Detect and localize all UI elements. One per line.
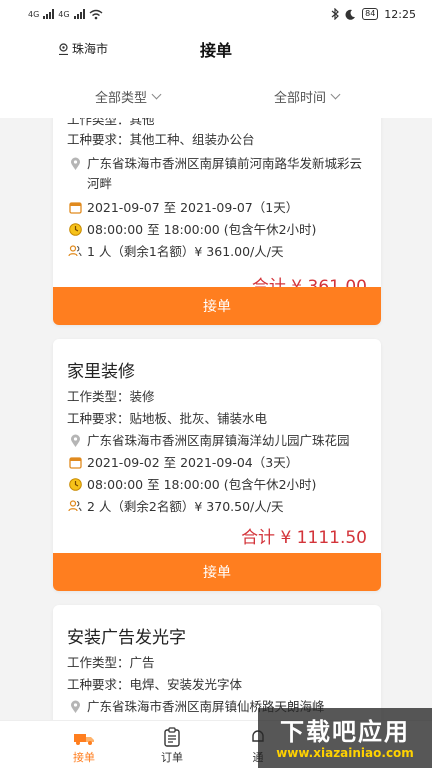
app-header: 珠海市 接单 — [0, 28, 432, 70]
location-icon — [67, 434, 83, 448]
calendar-icon — [67, 456, 83, 469]
total-price: 合计 ¥ 1111.50 — [241, 528, 367, 548]
status-system: 84 12:25 — [331, 8, 416, 21]
status-bar: 4G 4G 84 12:25 — [0, 0, 432, 28]
accept-order-button[interactable]: 接单 — [53, 287, 381, 325]
hours-row: 08:00:00 至 18:00:00 (包含午休2小时) — [67, 220, 371, 240]
job-title: 安装广告发光字 — [67, 628, 186, 648]
date-text: 2021-09-02 至 2021-09-04（3天） — [87, 455, 299, 470]
moon-icon — [345, 9, 356, 20]
work-type-value: 广告 — [129, 655, 155, 670]
people-icon — [67, 245, 83, 257]
date-row: 2021-09-02 至 2021-09-04（3天） — [67, 453, 371, 473]
requirement-value: 电焊、安装发光字体 — [129, 677, 243, 692]
work-type-value: 其他 — [129, 118, 155, 127]
city-selector[interactable]: 珠海市 — [58, 40, 108, 57]
type-filter[interactable]: 全部类型 — [95, 87, 162, 106]
job-title: 家里装修 — [67, 362, 135, 382]
chevron-down-icon — [151, 89, 162, 100]
battery-icon: 84 — [362, 8, 379, 20]
date-text: 2021-09-07 至 2021-09-07（1天） — [87, 200, 299, 215]
people-row: 2 人（剩余2名额）¥ 370.50/人/天 — [67, 497, 371, 517]
filter-bar: 全部类型 全部时间 — [0, 70, 432, 118]
location-icon — [67, 700, 83, 714]
clock: 12:25 — [384, 7, 416, 21]
job-list[interactable]: 工作类型： 其他 工种要求： 其他工种、组装办公台 广东省珠海市香洲区南屏镇前河南路… — [0, 118, 432, 720]
job-card[interactable]: 安装广告发光字 工作类型： 广告 工种要求： 电焊、安装发光字体 广东省珠海市香洲区… — [53, 605, 381, 720]
tab-label: 接单 — [73, 751, 95, 764]
work-type-row: 工作类型： 广告 — [67, 653, 371, 673]
requirement-value: 贴地板、批灰、铺装水电 — [129, 411, 268, 426]
people-row: 1 人（剩余1名额）¥ 361.00/人/天 — [67, 242, 371, 262]
people-text: 2 人（剩余2名额）¥ 370.50/人/天 — [87, 499, 284, 514]
time-filter-label: 全部时间 — [274, 91, 327, 106]
people-text: 1 人（剩余1名额）¥ 361.00/人/天 — [87, 244, 284, 259]
hours-text: 08:00:00 至 18:00:00 (包含午休2小时) — [87, 477, 317, 492]
time-filter[interactable]: 全部时间 — [274, 87, 341, 106]
location-icon — [67, 157, 83, 171]
work-type-row: 工作类型： 其他 — [67, 118, 371, 130]
type-filter-label: 全部类型 — [95, 91, 148, 106]
requirement-value: 其他工种、组装办公台 — [129, 132, 255, 147]
calendar-icon — [67, 201, 83, 214]
clock-icon — [67, 478, 83, 491]
clipboard-icon — [164, 727, 180, 747]
clock-icon — [67, 223, 83, 236]
tab-label: 订单 — [161, 751, 183, 764]
work-type-value: 装修 — [129, 389, 155, 404]
truck-icon — [74, 734, 94, 745]
signal-icon-2 — [73, 9, 85, 19]
watermark: 下载吧应用 www.xiazainiao.com — [258, 708, 432, 768]
watermark-title: 下载吧应用 — [280, 718, 410, 746]
city-label: 珠海市 — [72, 42, 109, 56]
people-icon — [67, 500, 83, 512]
tab-orders[interactable]: 订单 — [142, 725, 202, 765]
watermark-url: www.xiazainiao.com — [276, 746, 414, 760]
location-pin-icon — [59, 42, 68, 55]
address-row: 广东省珠海市香洲区南屏镇海洋幼儿园广珠花园 — [67, 431, 371, 451]
chevron-down-icon — [330, 89, 341, 100]
hours-text: 08:00:00 至 18:00:00 (包含午休2小时) — [87, 222, 317, 237]
network-label-2: 4G — [58, 9, 70, 19]
requirement-row: 工种要求： 贴地板、批灰、铺装水电 — [67, 409, 371, 429]
network-label: 4G — [28, 9, 40, 19]
address-text: 广东省珠海市香洲区南屏镇海洋幼儿园广珠花园 — [87, 433, 350, 448]
address-row: 广东省珠海市香洲区南屏镇前河南路华发新城彩云河畔 — [67, 154, 371, 194]
bluetooth-icon — [331, 8, 339, 20]
job-card[interactable]: 家里装修 工作类型： 装修 工种要求： 贴地板、批灰、铺装水电 广东省珠海市香洲区南… — [53, 339, 381, 591]
work-type-row: 工作类型： 装修 — [67, 387, 371, 407]
hours-row: 08:00:00 至 18:00:00 (包含午休2小时) — [67, 475, 371, 495]
tab-accept-orders[interactable]: 接单 — [54, 725, 114, 765]
signal-icon — [43, 9, 55, 19]
requirement-row: 工种要求： 其他工种、组装办公台 — [67, 130, 371, 150]
address-text: 广东省珠海市香洲区南屏镇前河南路华发新城彩云河畔 — [87, 156, 363, 191]
wifi-icon — [89, 9, 103, 19]
requirement-row: 工种要求： 电焊、安装发光字体 — [67, 675, 371, 695]
job-card[interactable]: 工作类型： 其他 工种要求： 其他工种、组装办公台 广东省珠海市香洲区南屏镇前河南路… — [53, 118, 381, 325]
status-signals: 4G 4G — [28, 9, 103, 20]
accept-order-button[interactable]: 接单 — [53, 553, 381, 591]
date-row: 2021-09-07 至 2021-09-07（1天） — [67, 198, 371, 218]
